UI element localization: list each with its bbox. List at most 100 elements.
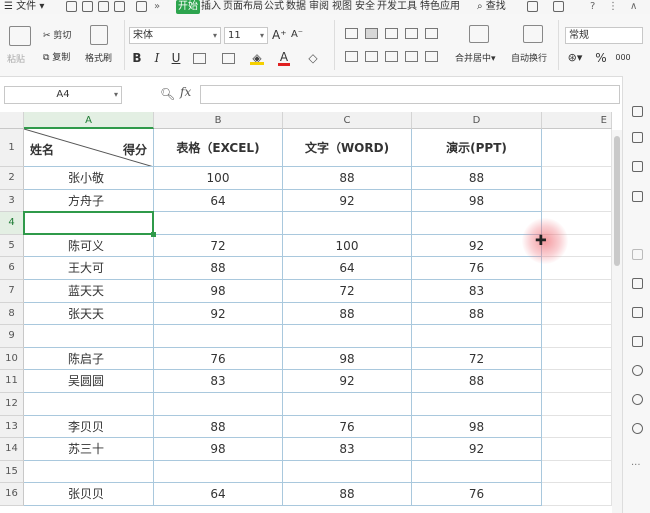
score-cell[interactable] xyxy=(283,212,412,235)
number-format-select[interactable]: 常规 xyxy=(565,27,643,44)
score-cell[interactable]: 98 xyxy=(154,438,283,461)
name-cell[interactable]: 张小敬 xyxy=(24,167,154,190)
align-center-icon[interactable] xyxy=(365,51,378,62)
score-cell[interactable]: 88 xyxy=(412,302,542,326)
align-bottom-icon[interactable] xyxy=(385,28,398,39)
column-header-e[interactable]: E xyxy=(542,112,612,129)
grid-cell[interactable] xyxy=(542,438,612,461)
copy-button[interactable]: ⧉ 复制 xyxy=(43,50,70,63)
pointer-icon[interactable] xyxy=(632,106,643,117)
paste-icon[interactable] xyxy=(9,26,31,46)
formula-input[interactable] xyxy=(200,85,620,104)
score-cell[interactable]: 88 xyxy=(412,370,542,393)
font-name-select[interactable]: 宋体 ▾ xyxy=(129,27,221,44)
score-cell[interactable]: 88 xyxy=(154,415,283,439)
page-setup-icon[interactable] xyxy=(632,278,643,289)
score-cell[interactable]: 64 xyxy=(283,257,412,280)
name-cell[interactable]: 王大可 xyxy=(24,257,154,280)
tab-data[interactable]: 数据 xyxy=(286,0,306,14)
tab-security[interactable]: 安全 xyxy=(355,0,375,14)
score-cell[interactable] xyxy=(412,212,542,235)
name-cell[interactable]: 蓝天天 xyxy=(24,280,154,303)
currency-format-icon[interactable]: ⊛▾ xyxy=(565,50,585,66)
tab-special[interactable]: 特色应用 xyxy=(420,0,460,14)
more-chevron-icon[interactable]: » xyxy=(154,0,160,14)
grid-cell[interactable] xyxy=(542,370,612,393)
format-painter-label[interactable]: 格式刷 xyxy=(85,51,112,64)
justify-icon[interactable] xyxy=(405,51,418,62)
grid-cell[interactable] xyxy=(542,129,612,167)
score-cell[interactable]: 76 xyxy=(283,415,412,439)
score-cell[interactable]: 76 xyxy=(412,257,542,280)
print-preview-icon[interactable] xyxy=(114,1,125,12)
indent-increase-icon[interactable] xyxy=(425,28,438,39)
name-cell[interactable] xyxy=(24,393,154,416)
underline-button[interactable]: U xyxy=(170,50,182,66)
score-cell[interactable]: 64 xyxy=(154,483,283,506)
header-cell-name-score[interactable]: 姓名 得分 xyxy=(24,129,154,167)
row-header[interactable]: 15 xyxy=(0,460,24,484)
indent-decrease-icon[interactable] xyxy=(405,28,418,39)
score-cell[interactable]: 98 xyxy=(283,347,412,371)
score-cell[interactable]: 88 xyxy=(283,483,412,506)
grid-cell[interactable] xyxy=(542,393,612,416)
cloud-icon[interactable] xyxy=(553,1,564,12)
tab-view[interactable]: 视图 xyxy=(332,0,352,14)
grid-cell[interactable] xyxy=(542,460,612,484)
name-cell[interactable]: 苏三十 xyxy=(24,438,154,461)
score-cell[interactable]: 98 xyxy=(154,280,283,303)
grid-cell[interactable] xyxy=(542,280,612,303)
grid-cell[interactable] xyxy=(542,415,612,439)
clear-format-icon[interactable]: ◇ xyxy=(306,50,320,66)
shrink-font-button[interactable]: A⁻ xyxy=(290,27,304,43)
row-header[interactable]: 10 xyxy=(0,347,24,371)
score-cell[interactable]: 92 xyxy=(412,438,542,461)
tab-formulas[interactable]: 公式 xyxy=(264,0,284,14)
row-header[interactable]: 2 xyxy=(0,167,24,190)
score-cell[interactable] xyxy=(154,325,283,348)
fill-handle[interactable] xyxy=(151,231,156,237)
row-header[interactable]: 4 xyxy=(0,212,24,235)
bold-button[interactable]: B xyxy=(131,50,143,66)
help-icon[interactable]: ? xyxy=(590,0,595,14)
name-cell[interactable]: 张天天 xyxy=(24,302,154,326)
grow-font-button[interactable]: A⁺ xyxy=(272,27,287,43)
image-icon[interactable] xyxy=(632,336,643,347)
row-header[interactable]: 12 xyxy=(0,393,24,416)
merge-center-icon[interactable] xyxy=(469,25,489,43)
score-cell[interactable]: 83 xyxy=(283,438,412,461)
grid-cell[interactable] xyxy=(542,483,612,506)
more-options-icon[interactable]: ⋮ xyxy=(608,0,618,14)
name-cell[interactable]: 陈启子 xyxy=(24,347,154,371)
cell-style-icon[interactable] xyxy=(222,53,235,64)
score-cell[interactable]: 88 xyxy=(283,167,412,190)
row-header[interactable]: 13 xyxy=(0,415,24,439)
score-cell[interactable]: 88 xyxy=(283,302,412,326)
score-cell[interactable]: 92 xyxy=(283,370,412,393)
history-icon[interactable] xyxy=(632,394,643,405)
column-header-a[interactable]: A xyxy=(24,112,154,129)
score-cell[interactable] xyxy=(412,393,542,416)
grid-cell[interactable] xyxy=(542,302,612,326)
export-pdf-icon[interactable] xyxy=(82,1,93,12)
borders-icon[interactable] xyxy=(193,53,206,64)
name-cell[interactable] xyxy=(24,460,154,484)
tab-page-layout[interactable]: 页面布局 xyxy=(223,0,263,14)
column-header-c[interactable]: C xyxy=(283,112,412,129)
score-cell[interactable]: 100 xyxy=(154,167,283,190)
score-cell[interactable]: 64 xyxy=(154,189,283,213)
thousands-button[interactable]: 000 xyxy=(612,50,634,66)
row-header[interactable]: 5 xyxy=(0,234,24,258)
score-cell[interactable]: 98 xyxy=(412,415,542,439)
name-cell[interactable] xyxy=(24,325,154,348)
score-cell[interactable]: 88 xyxy=(154,257,283,280)
wrap-text-button[interactable]: 自动换行 xyxy=(511,51,547,64)
score-cell[interactable]: 83 xyxy=(154,370,283,393)
score-cell[interactable] xyxy=(283,460,412,484)
name-cell[interactable]: 陈可义 xyxy=(24,234,154,258)
score-cell[interactable] xyxy=(154,212,283,235)
align-middle-icon[interactable] xyxy=(365,28,378,39)
grid-cell[interactable] xyxy=(542,167,612,190)
tab-insert[interactable]: 插入 xyxy=(201,0,221,14)
score-cell[interactable]: 98 xyxy=(412,189,542,213)
